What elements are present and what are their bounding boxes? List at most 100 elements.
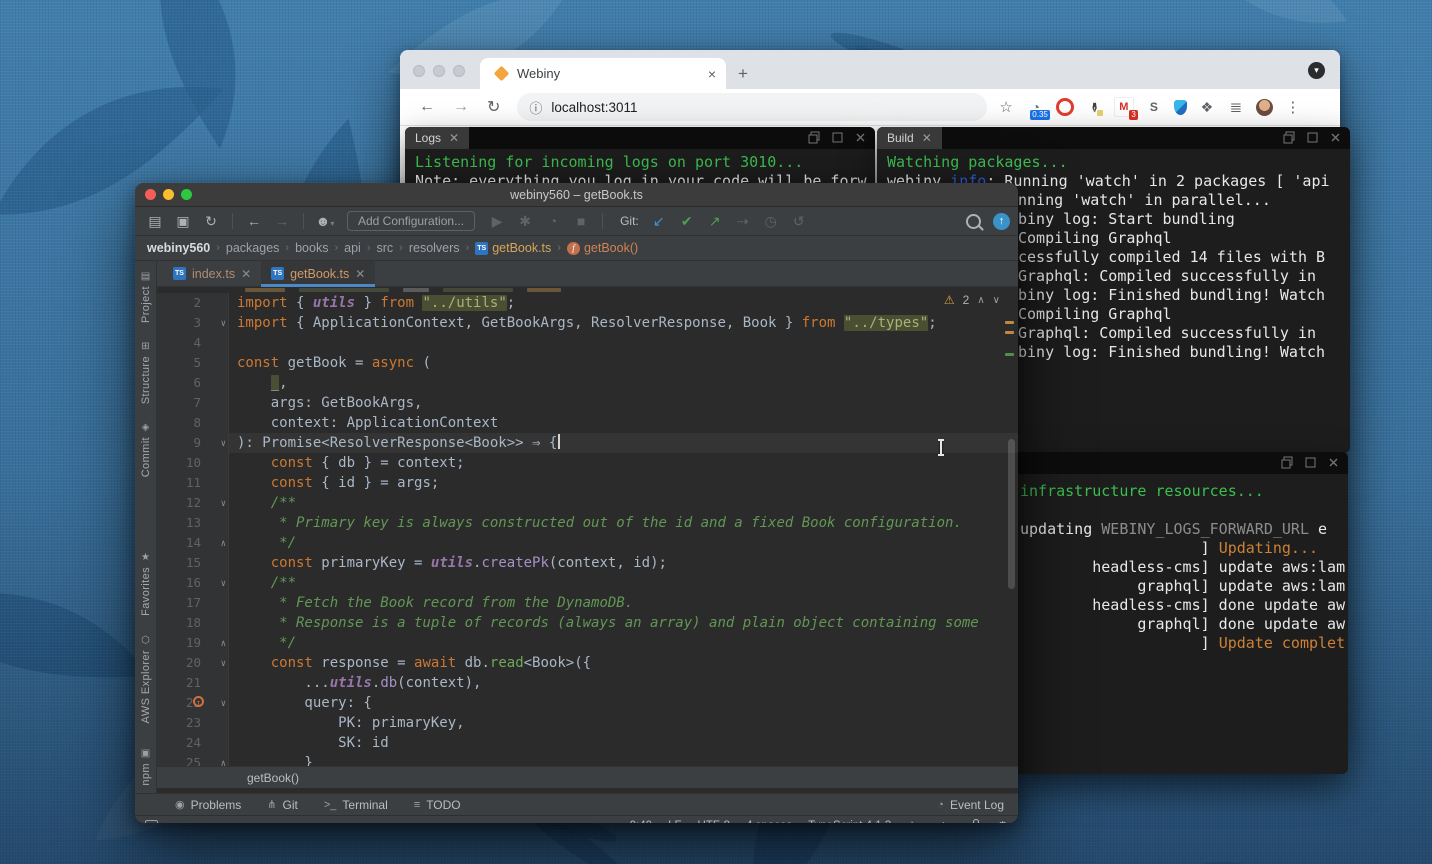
back-icon[interactable]: ← — [419, 98, 435, 116]
open-folder-icon[interactable]: ▤ — [143, 213, 167, 230]
tab-close-icon[interactable]: ✕ — [241, 267, 251, 281]
deploy-terminal-output[interactable]: infrastructure resources... updating WEB… — [1010, 474, 1348, 657]
fold-toggle-icon[interactable]: ∧ — [221, 634, 226, 654]
typescript-version[interactable]: TypeScript 4.1.3 — [808, 820, 891, 823]
browser-profile-circle-icon[interactable]: ▾ — [1308, 62, 1325, 79]
indent-style[interactable]: 4 spaces — [746, 820, 792, 823]
run-configuration-select[interactable]: Add Configuration... — [347, 211, 475, 231]
letters-extension-icon[interactable] — [1145, 98, 1163, 116]
list-extension-icon[interactable] — [1227, 98, 1245, 116]
code-editor[interactable]: 2import { utils } from "../utils";3∨impo… — [157, 287, 1018, 766]
save-all-icon[interactable]: ▣ — [171, 213, 195, 230]
logs-terminal-tab[interactable]: Logs ✕ — [405, 127, 469, 149]
fold-toggle-icon[interactable]: ∨ — [221, 694, 226, 714]
build-terminal-tab[interactable]: Build ✕ — [877, 127, 942, 149]
sync-icon[interactable]: ↻ — [199, 213, 223, 230]
profiler-icon[interactable]: ◔ — [541, 213, 565, 229]
back-icon[interactable]: ← — [242, 213, 266, 229]
next-problem-icon[interactable]: ∨ — [993, 295, 1000, 306]
dropper-extension-icon[interactable] — [1085, 98, 1103, 116]
breadcrumb-file[interactable]: TSgetBook.ts — [475, 241, 551, 255]
prev-problem-icon[interactable]: ∧ — [977, 295, 984, 306]
tool-window-button-git[interactable]: ⋔Git — [267, 798, 298, 812]
browser-traffic-lights[interactable] — [413, 65, 465, 77]
zoom-window-button[interactable] — [181, 189, 192, 200]
maximize-icon[interactable] — [1306, 131, 1319, 144]
history-icon[interactable]: ◷ — [759, 213, 783, 230]
fold-toggle-icon[interactable]: ∧ — [221, 754, 226, 766]
change-stripe-mark[interactable] — [1005, 353, 1014, 356]
caret-position[interactable]: 9:40 — [630, 820, 652, 823]
fold-toggle-icon[interactable]: ∨ — [221, 434, 226, 454]
forward-icon[interactable]: → — [270, 213, 294, 229]
sidebar-item-structure[interactable]: ⊞Structure — [140, 341, 152, 404]
editor-tab-getBook-ts[interactable]: TSgetBook.ts✕ — [261, 261, 375, 286]
minimize-window-button[interactable] — [163, 189, 174, 200]
puzzle-extension-icon[interactable] — [1198, 98, 1216, 116]
git-update-icon[interactable]: ↙ — [647, 213, 671, 230]
code-lines[interactable]: 2import { utils } from "../utils";3∨impo… — [157, 292, 1018, 766]
tool-window-button-problems[interactable]: ◉Problems — [175, 798, 241, 812]
ide-titlebar[interactable]: webiny560 – getBook.ts — [135, 183, 1018, 207]
fold-toggle-icon[interactable]: ∨ — [221, 654, 226, 674]
breadcrumb-item[interactable]: resolvers — [409, 241, 460, 255]
dock-icon[interactable] — [1281, 456, 1294, 469]
maximize-icon[interactable] — [831, 131, 844, 144]
file-encoding[interactable]: UTF-8 — [698, 820, 731, 823]
close-window-button[interactable] — [145, 189, 156, 200]
sidebar-item-npm[interactable]: ▣npm — [140, 748, 152, 786]
tab-close-icon[interactable]: ✕ — [355, 267, 365, 281]
minimize-window-button[interactable] — [433, 65, 445, 77]
breadcrumb-item[interactable]: packages — [226, 241, 280, 255]
close-icon[interactable] — [1327, 456, 1340, 469]
zoom-window-button[interactable] — [453, 65, 465, 77]
warning-stripe-mark[interactable] — [1005, 321, 1014, 324]
rollback-icon[interactable]: ↺ — [787, 213, 811, 230]
ring-extension-icon[interactable] — [1056, 98, 1074, 116]
warning-stripe-mark[interactable] — [1005, 331, 1014, 334]
editor-tab-index-ts[interactable]: TSindex.ts✕ — [163, 261, 261, 286]
sidebar-item-commit[interactable]: ◈Commit — [140, 422, 152, 477]
address-bar[interactable]: ⓘ localhost:3011 — [517, 93, 987, 121]
git-branch-widget[interactable]: ⋔ master — [907, 819, 955, 823]
breadcrumb-item[interactable]: webiny560 — [147, 241, 210, 255]
sidebar-item-favorites[interactable]: ★Favorites — [140, 552, 152, 616]
forward-icon[interactable]: → — [453, 98, 469, 116]
breadcrumb-symbol[interactable]: fgetBook() — [567, 241, 638, 255]
tool-window-button-todo[interactable]: ≡TODO — [414, 798, 461, 812]
debug-icon[interactable]: ✱ — [513, 213, 537, 230]
bookmark-star-icon[interactable]: ☆ — [999, 98, 1012, 116]
line-separator[interactable]: LF — [668, 820, 681, 823]
close-icon[interactable]: ✕ — [449, 131, 459, 145]
fold-toggle-icon[interactable]: ∨ — [221, 574, 226, 594]
close-icon[interactable] — [1329, 131, 1342, 144]
gmail-extension-icon[interactable]: 3 — [1114, 97, 1134, 117]
fold-toggle-icon[interactable]: ∨ — [221, 314, 226, 334]
stop-icon[interactable]: ■ — [569, 213, 593, 229]
user-icon[interactable]: ☻▾ — [313, 213, 337, 229]
tab-close-icon[interactable]: × — [708, 67, 716, 81]
inspection-widget[interactable]: ⚠ 2 ∧ ∨ — [944, 293, 1000, 307]
ide-traffic-lights[interactable] — [145, 189, 192, 200]
breadcrumb-item[interactable]: books — [295, 241, 328, 255]
maximize-icon[interactable] — [1304, 456, 1317, 469]
dock-icon[interactable] — [1283, 131, 1296, 144]
fold-toggle-icon[interactable]: ∧ — [221, 534, 226, 554]
breadcrumb-item[interactable]: api — [344, 241, 361, 255]
dock-icon[interactable] — [808, 131, 821, 144]
editor-scrollbar[interactable] — [1008, 439, 1015, 589]
git-cherry-pick-icon[interactable]: ⇢ — [731, 213, 755, 230]
avatar-extension-icon[interactable] — [1256, 99, 1273, 116]
aws-lambda-gutter-icon[interactable]: ↑ — [193, 696, 204, 707]
browser-tab[interactable]: Webiny × — [480, 58, 726, 89]
breadcrumb-item[interactable]: src — [376, 241, 393, 255]
sidebar-item-aws[interactable]: ⬡AWS Explorer — [140, 635, 152, 723]
git-push-icon[interactable]: ↗ — [703, 213, 727, 230]
highlighting-level-icon[interactable]: ⚙ — [997, 819, 1008, 823]
run-icon[interactable]: ▶ — [485, 213, 509, 230]
new-tab-button[interactable]: + — [738, 64, 748, 84]
event-log-button[interactable]: ◔Event Log — [937, 798, 1004, 812]
close-window-button[interactable] — [413, 65, 425, 77]
tool-window-toggle-icon[interactable] — [145, 820, 158, 824]
dots-extension-icon[interactable] — [1284, 98, 1302, 116]
